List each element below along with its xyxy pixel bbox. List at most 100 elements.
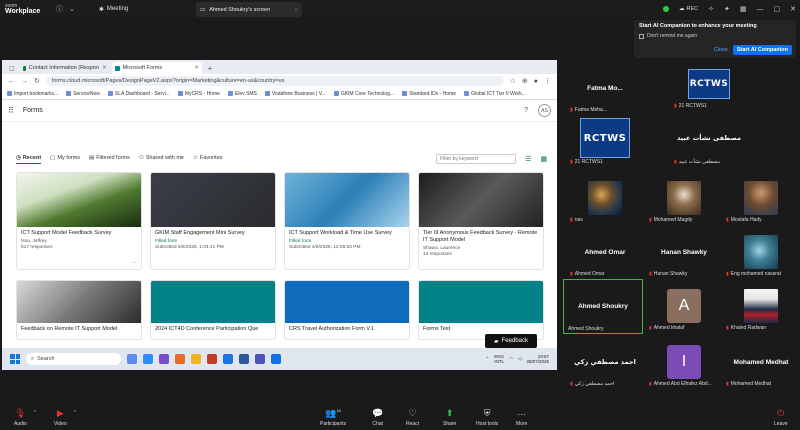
participant-tile[interactable]: Mohamed Medhat ▮ Mohamed Medhat bbox=[722, 336, 800, 388]
chevron-down-icon[interactable]: ⌄ bbox=[69, 5, 75, 13]
word-icon[interactable] bbox=[239, 354, 249, 364]
close-tab-icon[interactable]: ✕ bbox=[102, 65, 107, 71]
refresh-icon[interactable]: ↻ bbox=[34, 77, 40, 85]
tab-contact-information[interactable]: Contact Information (Respon ✕ bbox=[20, 62, 110, 74]
form-card[interactable]: ICT Support Model Feedback Survey Issa, … bbox=[16, 172, 142, 270]
close-tab-icon[interactable]: ✕ bbox=[194, 65, 199, 71]
new-tab-button[interactable]: + bbox=[204, 64, 217, 74]
bookmark-item[interactable]: Import bookmarks... bbox=[7, 91, 58, 97]
edge-icon[interactable] bbox=[143, 354, 153, 364]
clock[interactable]: 19:57 28/07/2026 bbox=[526, 354, 549, 364]
form-card[interactable]: Feedback on Remote IT Support Model bbox=[16, 280, 142, 340]
language-indicator[interactable]: ENG INTL bbox=[494, 354, 504, 364]
video-button[interactable]: ▶ Video bbox=[54, 408, 67, 427]
form-card[interactable]: Forms Test bbox=[418, 280, 544, 340]
filter-search-input[interactable]: Filter by keyword bbox=[436, 154, 517, 164]
participant-tile[interactable]: مصطفى نشأت عبيد ▮ مصطفى نشأت عبيد bbox=[670, 110, 748, 166]
form-card[interactable]: CRS Travel Authorization Form V.1 bbox=[284, 280, 410, 340]
dont-remind-checkbox[interactable]: Don't remind me again bbox=[639, 33, 791, 39]
audio-button[interactable]: 🎙 Audio bbox=[14, 408, 27, 427]
form-card[interactable]: ICT Support Workload & Time Use Survey F… bbox=[284, 172, 410, 270]
extensions-icon[interactable]: ⊕ bbox=[522, 77, 528, 85]
rec-indicator[interactable]: ☁ REC bbox=[679, 6, 698, 12]
app-launcher-icon[interactable]: ⠿ bbox=[8, 106, 14, 115]
form-card[interactable]: GKIM Staff Engagement Mini Survey Filled… bbox=[150, 172, 276, 270]
participant-tile[interactable]: Fatma Mo... ▮ Fatma Moha... bbox=[566, 62, 644, 114]
bookmark-item[interactable]: GKIM Core Technolog... bbox=[333, 91, 394, 97]
grid-icon[interactable]: ▦ bbox=[740, 5, 747, 13]
share-button[interactable]: ⬆ Share bbox=[443, 408, 456, 427]
tray-chevron-icon[interactable]: ⌃ bbox=[486, 356, 490, 362]
participant-tile[interactable]: ▮ Mohamed Magdy bbox=[645, 172, 723, 224]
app-icon[interactable] bbox=[207, 354, 217, 364]
filter-favorites[interactable]: ☆ Favorites bbox=[193, 155, 223, 163]
video-options-chevron-icon[interactable]: ⌃ bbox=[73, 410, 77, 416]
participant-tile[interactable]: RCTWS ▮ 21 RCTWS1 bbox=[670, 58, 748, 110]
forward-icon[interactable]: → bbox=[21, 78, 28, 85]
help-icon[interactable]: ? bbox=[524, 107, 528, 114]
bookmark-item[interactable]: SLA Dashboard - Servi... bbox=[107, 91, 170, 97]
minimize-icon[interactable]: — bbox=[757, 6, 764, 13]
filter-my-forms[interactable]: ▢ My forms bbox=[50, 155, 80, 163]
feedback-button[interactable]: ▰ Feedback bbox=[485, 334, 537, 348]
more-button[interactable]: ··· More bbox=[516, 409, 527, 427]
participant-tile[interactable]: ▮ Eng mohamed nassrat bbox=[722, 226, 800, 278]
profile-icon[interactable]: ● bbox=[534, 78, 538, 85]
participant-tile[interactable]: احمد مصطفي زكي ▮ احمد مصطفي زكي bbox=[566, 336, 644, 388]
react-button[interactable]: ♡ React bbox=[406, 408, 419, 427]
list-view-icon[interactable]: ☰ bbox=[525, 155, 531, 163]
form-card[interactable]: 2024 ICT4D Conference Participation Que bbox=[150, 280, 276, 340]
taskbar-search-input[interactable]: ⌕ Search bbox=[26, 353, 121, 365]
menu-dots-icon[interactable]: ⋮ bbox=[544, 77, 551, 85]
back-icon[interactable]: ← bbox=[8, 78, 15, 85]
user-avatar[interactable]: AS bbox=[538, 104, 551, 117]
participant-tile[interactable]: Ahmed Omar ▮ Ahmed Omar bbox=[566, 226, 644, 278]
start-ai-companion-button[interactable]: Start AI Companion bbox=[732, 45, 792, 55]
url-input[interactable]: forms.cloud.microsoft/Pages/DesignPageV2… bbox=[45, 76, 504, 86]
participant-tile[interactable]: ▮ Khaled Radwan bbox=[722, 280, 800, 332]
close-button[interactable]: Close bbox=[714, 47, 728, 53]
participant-tile[interactable]: ▮ nas bbox=[566, 172, 644, 224]
app-icon[interactable] bbox=[159, 354, 169, 364]
participant-tile[interactable]: A ▮ Ahmed khalaf bbox=[645, 280, 723, 332]
filter-filtered-forms[interactable]: ▤ Filtered forms bbox=[89, 155, 130, 163]
checkbox-icon[interactable] bbox=[639, 33, 644, 39]
form-card[interactable]: Tier III Anonymous Feedback Survey - Rem… bbox=[418, 172, 544, 270]
bookmark-item[interactable]: Global ICT Tier II Work... bbox=[464, 91, 526, 97]
participant-tile[interactable]: Hanan Shawky ▮ Hanan Shawky bbox=[645, 226, 723, 278]
participant-tile[interactable]: RCTWS ▮ 21 RCTWS1 bbox=[566, 110, 644, 166]
screen-share-tab[interactable]: ▭ Ahmed Shoukry's screen ◌ bbox=[196, 2, 302, 17]
participant-tile[interactable]: ▮ Mostafa Hady bbox=[722, 172, 800, 224]
more-options-icon[interactable]: ··· bbox=[131, 260, 137, 266]
favorite-star-icon[interactable]: ☆ bbox=[510, 77, 516, 85]
host-tools-button[interactable]: ⛨ Host tools bbox=[476, 408, 498, 427]
bookmark-item[interactable]: Vodafone Business | V... bbox=[264, 91, 326, 97]
filter-recent[interactable]: ◷ Recent bbox=[16, 155, 42, 164]
security-icon[interactable] bbox=[663, 6, 669, 12]
info-icon[interactable]: ⓘ bbox=[56, 4, 63, 14]
zoom-icon[interactable] bbox=[271, 354, 281, 364]
star-icon[interactable]: ✧ bbox=[708, 5, 714, 13]
filter-shared-with-me[interactable]: ⚇ Shared with me bbox=[139, 155, 184, 163]
close-icon[interactable]: ✕ bbox=[790, 5, 796, 13]
bookmark-item[interactable]: Elev SMS bbox=[227, 91, 257, 97]
wifi-icon[interactable]: ◠ bbox=[509, 356, 513, 362]
bookmark-item[interactable]: ServiceNow bbox=[66, 91, 100, 97]
participant-tile-active-speaker[interactable]: Ahmed Shoukry Ahmed Shoukry bbox=[563, 279, 643, 334]
tab-microsoft-forms[interactable]: Microsoft Forms ✕ bbox=[111, 62, 202, 74]
meeting-tab[interactable]: ✱ Meeting bbox=[99, 6, 128, 13]
chat-button[interactable]: 💬 Chat bbox=[372, 408, 383, 427]
maximize-icon[interactable]: ▢ bbox=[774, 5, 781, 13]
windows-start-icon[interactable] bbox=[10, 354, 20, 364]
participant-tile[interactable]: I ▮ Ahmed Abd Elhafez Abd... bbox=[645, 336, 723, 388]
teams-icon[interactable] bbox=[255, 354, 265, 364]
participants-button[interactable]: 👥16 Participants bbox=[320, 408, 346, 427]
volume-icon[interactable]: ◁ bbox=[518, 356, 521, 362]
app-icon[interactable] bbox=[175, 354, 185, 364]
app-icon[interactable] bbox=[127, 354, 137, 364]
grid-view-icon[interactable]: ▦ bbox=[540, 155, 547, 163]
leave-button[interactable]: ⏻ Leave bbox=[774, 408, 788, 427]
outlook-icon[interactable] bbox=[223, 354, 233, 364]
bookmark-item[interactable]: MyCRS - Home bbox=[177, 91, 220, 97]
folder-icon[interactable] bbox=[191, 354, 201, 364]
